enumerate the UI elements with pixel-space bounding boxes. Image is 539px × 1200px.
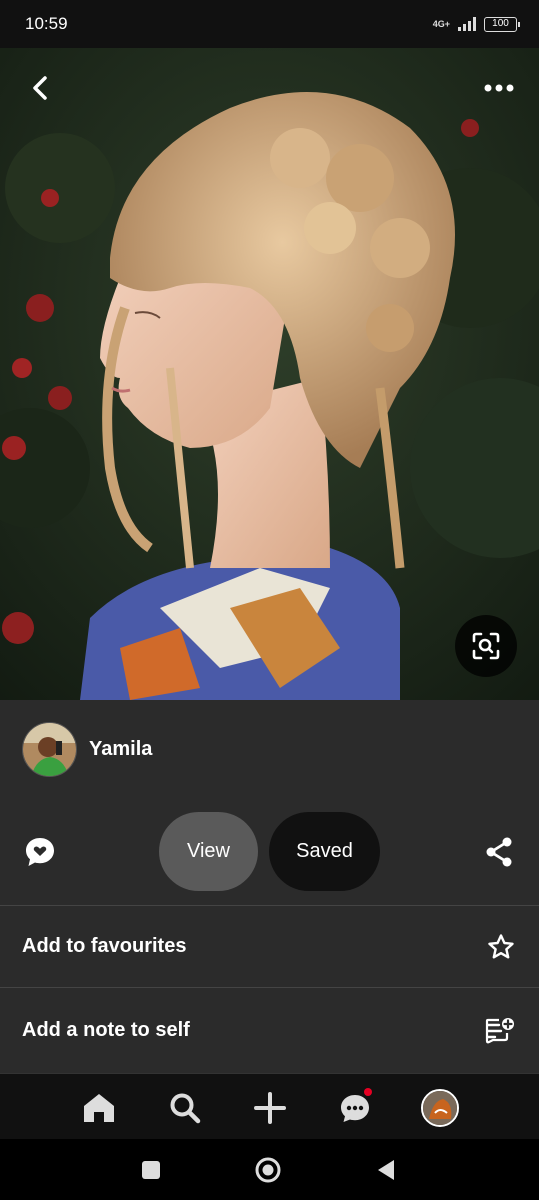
battery-icon: 100 bbox=[484, 16, 520, 32]
circle-icon bbox=[255, 1157, 281, 1183]
creator-row[interactable]: Yamila bbox=[22, 722, 152, 777]
network-type: 4G+ bbox=[432, 18, 450, 29]
star-icon bbox=[488, 933, 514, 958]
triangle-back-icon bbox=[378, 1160, 394, 1180]
square-icon bbox=[142, 1161, 160, 1179]
add-note-to-self-row[interactable]: Add a note to self bbox=[0, 987, 539, 1073]
search-icon bbox=[170, 1093, 201, 1124]
creator-avatar[interactable] bbox=[22, 722, 77, 777]
share-icon bbox=[486, 837, 512, 867]
share-button[interactable] bbox=[481, 834, 517, 870]
back-button[interactable] bbox=[20, 68, 60, 108]
back-system-button[interactable] bbox=[371, 1155, 401, 1185]
note-add-icon bbox=[485, 1017, 514, 1043]
pin-details-panel: Yamila View Saved Add to favourites Add … bbox=[0, 700, 539, 1073]
profile-avatar bbox=[421, 1089, 459, 1127]
nav-search[interactable] bbox=[163, 1086, 207, 1130]
nav-home[interactable] bbox=[77, 1086, 121, 1130]
home-system-button[interactable] bbox=[253, 1155, 283, 1185]
chevron-left-icon bbox=[33, 76, 47, 100]
pin-photo bbox=[0, 48, 539, 700]
add-note-label: Add a note to self bbox=[22, 1019, 190, 1041]
recent-apps-button[interactable] bbox=[136, 1155, 166, 1185]
signal-icon bbox=[458, 17, 476, 31]
status-indicators: 4G+ 100 bbox=[432, 16, 520, 32]
nav-create[interactable] bbox=[248, 1086, 292, 1130]
nav-profile[interactable] bbox=[418, 1086, 462, 1130]
nav-messages[interactable] bbox=[333, 1086, 377, 1130]
bottom-navigation bbox=[0, 1073, 539, 1139]
view-button[interactable]: View bbox=[159, 812, 258, 891]
more-options-button[interactable] bbox=[479, 70, 519, 106]
system-navigation-bar bbox=[0, 1139, 539, 1200]
visual-search-icon bbox=[472, 632, 500, 660]
status-time: 10:59 bbox=[25, 14, 68, 33]
creator-name[interactable]: Yamila bbox=[89, 738, 152, 761]
plus-icon bbox=[254, 1092, 286, 1124]
more-horizontal-icon bbox=[484, 84, 514, 92]
comment-heart-icon bbox=[26, 838, 54, 866]
notification-dot bbox=[364, 1088, 372, 1096]
add-to-favourites-label: Add to favourites bbox=[22, 935, 187, 957]
status-bar: 10:59 4G+ 100 bbox=[0, 0, 539, 48]
creator-avatar-image bbox=[23, 723, 76, 776]
visual-search-button[interactable] bbox=[455, 615, 517, 677]
add-to-favourites-row[interactable]: Add to favourites bbox=[0, 905, 539, 987]
comment-button[interactable] bbox=[22, 834, 58, 870]
home-icon bbox=[84, 1094, 114, 1122]
messages-icon bbox=[341, 1095, 369, 1122]
saved-button[interactable]: Saved bbox=[269, 812, 380, 891]
action-bar: View Saved bbox=[0, 810, 539, 892]
pin-image[interactable] bbox=[0, 48, 539, 700]
